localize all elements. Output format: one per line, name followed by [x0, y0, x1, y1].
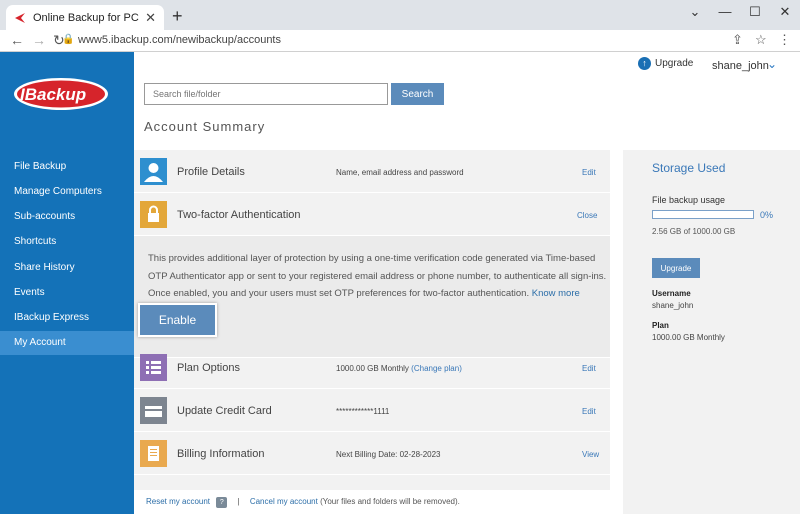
- footer-separator: |: [237, 497, 240, 506]
- arrow-up-icon: ↑: [638, 57, 651, 70]
- page-title: Account Summary: [144, 119, 266, 134]
- profile-details-label: Profile Details: [177, 166, 245, 178]
- sidebar-item-share-history[interactable]: Share History: [0, 256, 134, 280]
- help-icon[interactable]: ?: [216, 497, 228, 508]
- two-factor-row: Two-factor Authentication Close: [134, 193, 610, 236]
- billing-row: Billing Information Next Billing Date: 0…: [134, 432, 610, 475]
- billing-label: Billing Information: [177, 448, 265, 460]
- username-label: Username: [652, 289, 691, 298]
- two-factor-details: This provides additional layer of protec…: [134, 236, 610, 358]
- storage-title: Storage Used: [652, 161, 726, 175]
- plan-options-desc: 1000.00 GB Monthly (Change plan): [336, 364, 462, 373]
- two-factor-close-link[interactable]: Close: [577, 211, 597, 220]
- new-tab-icon[interactable]: +: [172, 6, 183, 27]
- lock-icon[interactable]: 🔒: [62, 34, 74, 45]
- sidebar-item-file-backup[interactable]: File Backup: [0, 155, 134, 179]
- sidebar-item-shortcuts[interactable]: Shortcuts: [0, 230, 134, 254]
- minimize-icon[interactable]: —: [710, 4, 740, 19]
- search-input[interactable]: [144, 83, 388, 105]
- close-icon[interactable]: ✕: [770, 4, 800, 20]
- document-icon: [140, 440, 167, 467]
- list-icon: [140, 354, 167, 381]
- credit-card-icon: [140, 397, 167, 424]
- tab-bar: Online Backup for PC, Mac and iPhone ✕ +…: [0, 0, 800, 30]
- browser-chrome: Online Backup for PC, Mac and iPhone ✕ +…: [0, 0, 800, 52]
- bookmark-star-icon[interactable]: ☆: [755, 32, 767, 48]
- profile-details-desc: Name, email address and password: [336, 168, 464, 177]
- header-upgrade-link[interactable]: ↑ Upgrade: [638, 57, 693, 70]
- user-menu[interactable]: shane_john: [712, 60, 769, 72]
- maximize-icon[interactable]: ☐: [740, 4, 770, 20]
- plan-label: Plan: [652, 321, 669, 330]
- change-plan-link[interactable]: (Change plan): [411, 364, 462, 373]
- credit-card-row: Update Credit Card ************1111 Edit: [134, 389, 610, 432]
- credit-card-edit-link[interactable]: Edit: [582, 407, 596, 416]
- credit-card-label: Update Credit Card: [177, 405, 272, 417]
- header-upgrade-label: Upgrade: [655, 58, 694, 69]
- search-button[interactable]: Search: [391, 83, 444, 105]
- reset-account-link[interactable]: Reset my account: [146, 497, 210, 506]
- sidebar-item-events[interactable]: Events: [0, 281, 134, 305]
- username-value: shane_john: [652, 301, 694, 310]
- storage-upgrade-button[interactable]: Upgrade: [652, 258, 700, 278]
- billing-view-link[interactable]: View: [582, 450, 599, 459]
- storage-size: 2.56 GB of 1000.00 GB: [652, 227, 736, 236]
- plan-edit-link[interactable]: Edit: [582, 364, 596, 373]
- sidebar: IBackup File Backup Manage Computers Sub…: [0, 52, 134, 514]
- lock-icon: [140, 201, 167, 228]
- chevron-down-icon[interactable]: ⌄: [767, 57, 777, 71]
- profile-edit-link[interactable]: Edit: [582, 168, 596, 177]
- billing-desc: Next Billing Date: 02-28-2023: [336, 450, 441, 459]
- address-bar[interactable]: www5.ibackup.com/newibackup/accounts: [78, 34, 281, 46]
- user-icon: [140, 158, 167, 185]
- storage-panel: Storage Used File backup usage 0% 2.56 G…: [623, 150, 800, 514]
- plan-options-value: 1000.00 GB Monthly: [336, 364, 409, 373]
- two-factor-description: This provides additional layer of protec…: [148, 250, 608, 303]
- more-menu-icon[interactable]: ⋮: [778, 32, 791, 48]
- share-icon[interactable]: ⇪: [732, 32, 743, 48]
- profile-details-row: Profile Details Name, email address and …: [134, 150, 610, 193]
- storage-progress-bar: [652, 210, 754, 219]
- ibackup-logo[interactable]: IBackup: [13, 76, 113, 112]
- tab-title: Online Backup for PC, Mac and iPhone: [33, 11, 139, 24]
- sidebar-item-ibackup-express[interactable]: IBackup Express: [0, 306, 134, 330]
- plan-options-row: Plan Options 1000.00 GB Monthly (Change …: [134, 346, 610, 389]
- forward-icon[interactable]: →: [32, 32, 46, 48]
- browser-tab[interactable]: Online Backup for PC, Mac and iPhone ✕: [6, 5, 164, 30]
- know-more-link[interactable]: Know more: [532, 288, 580, 299]
- browser-toolbar: ← → ↻ 🔒 www5.ibackup.com/newibackup/acco…: [0, 30, 800, 52]
- back-icon[interactable]: ←: [10, 32, 24, 48]
- credit-card-desc: ************1111: [336, 407, 390, 416]
- enable-button[interactable]: Enable: [138, 303, 217, 337]
- logo-text: IBackup: [20, 85, 86, 104]
- account-summary-panel: Profile Details Name, email address and …: [134, 150, 610, 490]
- two-factor-label: Two-factor Authentication: [177, 209, 301, 221]
- storage-percent: 0%: [760, 210, 774, 220]
- sidebar-item-manage-computers[interactable]: Manage Computers: [0, 180, 134, 204]
- sidebar-item-my-account[interactable]: My Account: [0, 331, 134, 355]
- cancel-account-link[interactable]: Cancel my account: [250, 497, 318, 506]
- storage-usage-label: File backup usage: [652, 195, 726, 205]
- sidebar-item-sub-accounts[interactable]: Sub-accounts: [0, 205, 134, 229]
- tab-close-icon[interactable]: ✕: [145, 10, 156, 26]
- cancel-account-note: (Your files and folders will be removed)…: [320, 497, 460, 506]
- plan-options-label: Plan Options: [177, 362, 240, 374]
- chevron-down-icon[interactable]: ⌄: [680, 4, 710, 20]
- plan-value: 1000.00 GB Monthly: [652, 333, 725, 342]
- ibackup-favicon-icon: [15, 12, 25, 23]
- account-footer: Reset my account ? | Cancel my account (…: [146, 497, 460, 508]
